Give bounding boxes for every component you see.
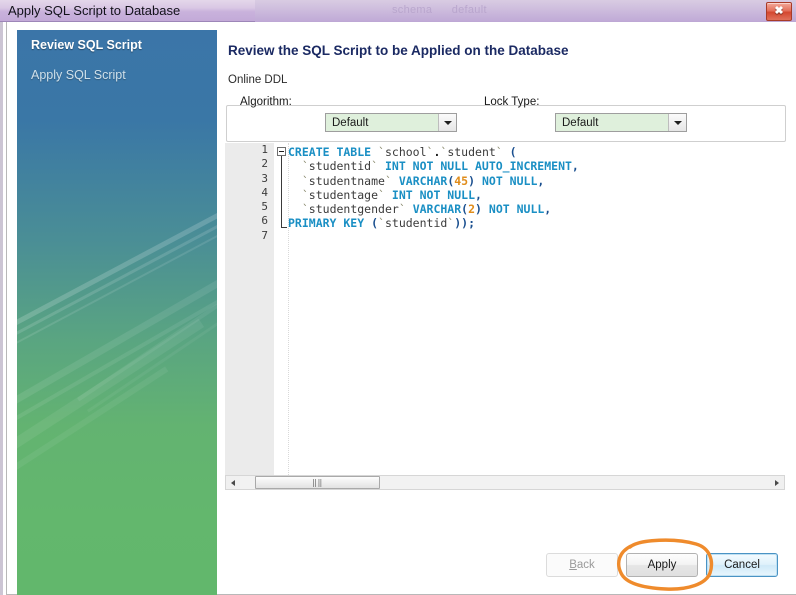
back-button[interactable]: Back bbox=[546, 553, 618, 577]
scrollbar-track[interactable]: ‖‖ bbox=[240, 476, 770, 489]
cancel-button-label: Cancel bbox=[724, 559, 760, 571]
sidebar-item-label: Review SQL Script bbox=[31, 38, 142, 52]
window-title: Apply SQL Script to Database bbox=[8, 3, 181, 18]
online-ddl-legend: Online DDL bbox=[224, 74, 292, 86]
line-number: 3 bbox=[261, 171, 268, 185]
sidebar-item-list: Review SQL Script Apply SQL Script bbox=[17, 30, 217, 86]
page-title: Review the SQL Script to be Applied on t… bbox=[228, 43, 569, 58]
cancel-button[interactable]: Cancel bbox=[706, 553, 778, 577]
close-glyph: ✖ bbox=[774, 5, 784, 17]
sql-script-editor[interactable]: 1 2 3 4 5 6 7 CREATE TABLE `school`.`stu… bbox=[225, 143, 785, 476]
sidebar-item-apply-sql-script[interactable]: Apply SQL Script bbox=[17, 56, 217, 86]
arrow-right-icon[interactable] bbox=[770, 476, 784, 489]
lock-type-dropdown[interactable]: Default bbox=[555, 113, 687, 132]
sidebar-streak-3 bbox=[17, 201, 217, 354]
ghost-label-1: default bbox=[451, 4, 487, 16]
sidebar-streak-6 bbox=[17, 318, 205, 491]
line-number: 7 bbox=[261, 228, 268, 242]
sidebar-streak-2 bbox=[17, 191, 217, 345]
algorithm-value: Default bbox=[332, 116, 369, 129]
lock-type-value: Default bbox=[562, 116, 599, 129]
line-number-gutter: 1 2 3 4 5 6 7 bbox=[225, 143, 274, 475]
sql-code-content: CREATE TABLE `school`.`student` ( `stude… bbox=[288, 145, 579, 231]
sidebar-item-review-sql-script[interactable]: Review SQL Script bbox=[17, 30, 217, 56]
scrollbar-grip: ‖‖ bbox=[312, 478, 323, 487]
back-button-label: Back bbox=[569, 559, 595, 571]
apply-button[interactable]: Apply bbox=[626, 553, 698, 577]
line-number: 5 bbox=[261, 200, 268, 214]
sidebar-streak-4 bbox=[17, 250, 217, 437]
lock-type-label: Lock Type: bbox=[484, 96, 540, 108]
arrow-left-icon[interactable] bbox=[226, 476, 240, 489]
editor-horizontal-scrollbar[interactable]: ‖‖ bbox=[225, 475, 785, 490]
sidebar-streak-7 bbox=[17, 366, 169, 514]
line-number: 1 bbox=[261, 143, 268, 156]
wizard-sidebar: Review SQL Script Apply SQL Script bbox=[17, 30, 217, 595]
close-icon[interactable]: ✖ bbox=[766, 2, 792, 21]
fold-range-line bbox=[281, 156, 282, 228]
sidebar-streak-8 bbox=[77, 286, 217, 402]
chevron-down-icon[interactable] bbox=[668, 114, 686, 131]
fold-range-foot bbox=[281, 227, 287, 228]
sidebar-streak-1 bbox=[17, 179, 217, 335]
line-number: 2 bbox=[261, 157, 268, 171]
algorithm-label: Algorithm: bbox=[240, 96, 292, 108]
sidebar-streak-9 bbox=[87, 298, 217, 413]
background-window-ghost-text: schema default bbox=[392, 4, 503, 16]
scrollbar-thumb[interactable]: ‖‖ bbox=[255, 476, 380, 489]
line-number: 4 bbox=[261, 185, 268, 199]
chevron-down-icon[interactable] bbox=[438, 114, 456, 131]
desktop-background: schema default Apply SQL Script to Datab… bbox=[0, 0, 796, 595]
algorithm-dropdown[interactable]: Default bbox=[325, 113, 457, 132]
online-ddl-groupbox bbox=[226, 105, 786, 142]
collapse-icon[interactable] bbox=[277, 147, 286, 156]
line-number: 6 bbox=[261, 214, 268, 228]
window-titlebar: schema default Apply SQL Script to Datab… bbox=[0, 0, 796, 22]
sidebar-item-label: Apply SQL Script bbox=[31, 68, 126, 82]
ghost-label-0: schema bbox=[392, 4, 433, 16]
sidebar-streak-5 bbox=[17, 270, 217, 454]
background-window-ghost bbox=[255, 0, 796, 22]
apply-button-label: Apply bbox=[647, 559, 677, 571]
